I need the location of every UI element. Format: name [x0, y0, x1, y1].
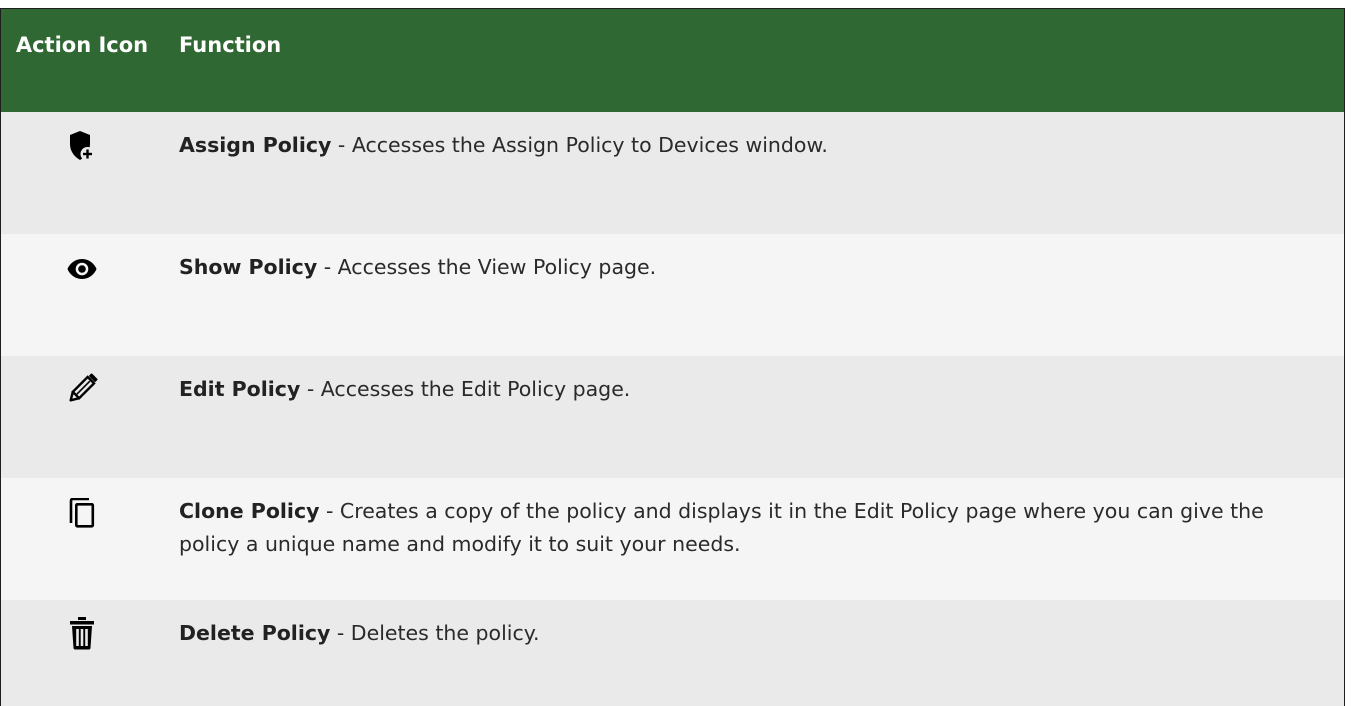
- trash-icon[interactable]: [69, 616, 95, 706]
- header-function: Function: [179, 33, 282, 57]
- function-description: - Accesses the View Policy page.: [317, 255, 657, 279]
- table-row: Assign Policy - Accesses the Assign Poli…: [1, 112, 1344, 234]
- action-icons-table: Action Icon Function Assign Policy - Acc…: [0, 8, 1345, 706]
- table-row: Edit Policy - Accesses the Edit Policy p…: [1, 356, 1344, 478]
- copy-icon[interactable]: [69, 498, 95, 600]
- function-name: Show Policy: [179, 255, 318, 279]
- pencil-icon[interactable]: [65, 372, 99, 478]
- function-name: Edit Policy: [179, 377, 301, 401]
- table-header-row: Action Icon Function: [1, 9, 1344, 112]
- function-name: Clone Policy: [179, 499, 320, 523]
- eye-icon[interactable]: [67, 258, 97, 356]
- function-description: - Deletes the policy.: [330, 621, 540, 645]
- function-name: Assign Policy: [179, 133, 332, 157]
- table-row: Clone Policy - Creates a copy of the pol…: [1, 478, 1344, 600]
- function-description: - Accesses the Assign Policy to Devices …: [331, 133, 828, 157]
- table-row: Show Policy - Accesses the View Policy p…: [1, 234, 1344, 356]
- function-description: - Accesses the Edit Policy page.: [300, 377, 631, 401]
- function-name: Delete Policy: [179, 621, 331, 645]
- function-description: - Creates a copy of the policy and displ…: [179, 499, 1264, 556]
- header-action-icon: Action Icon: [15, 33, 149, 57]
- shield-plus-icon[interactable]: [69, 130, 95, 234]
- table-row: Delete Policy - Deletes the policy.: [1, 600, 1344, 706]
